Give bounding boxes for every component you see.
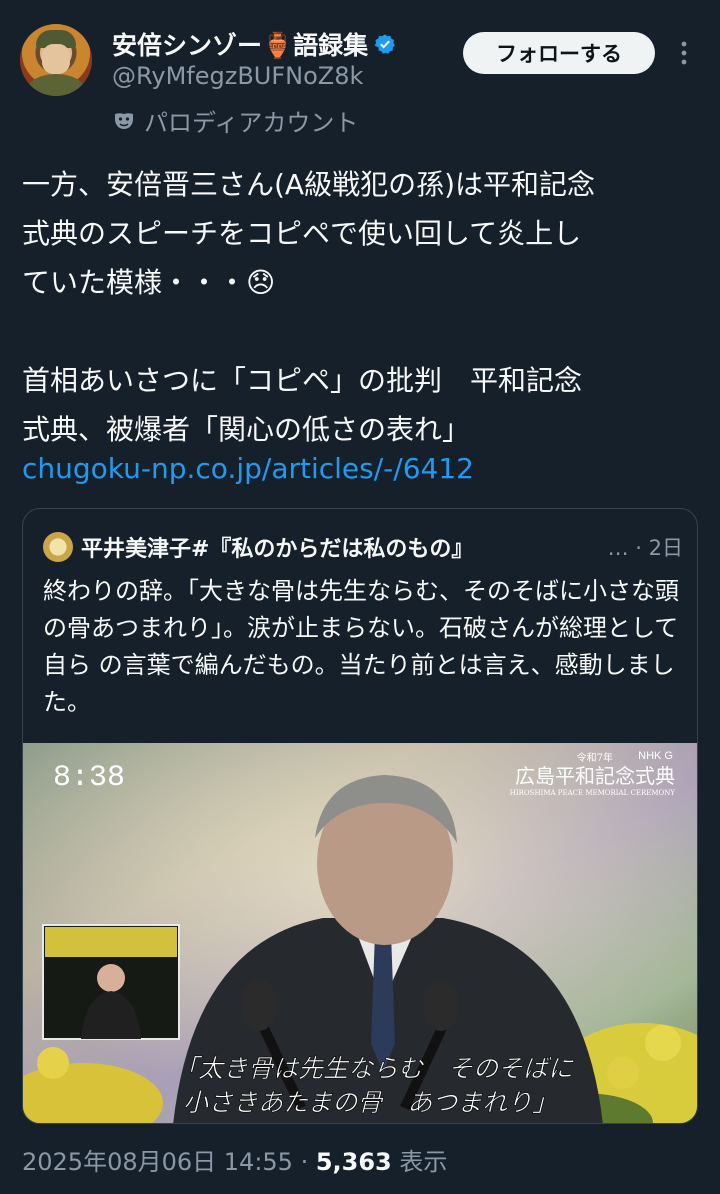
quoted-post[interactable]: 平井美津子#『私のからだは私のもの』 … · 2日 終わりの辞。「大きな骨は先生… bbox=[22, 508, 698, 1124]
ceremony-subtitle: HIROSHIMA PEACE MEMORIAL CEREMONY bbox=[510, 789, 676, 797]
mask-icon bbox=[115, 112, 133, 129]
era-label: 令和7年 bbox=[577, 751, 613, 764]
quoted-post-header: 平井美津子#『私のからだは私のもの』 … · 2日 bbox=[43, 531, 683, 563]
author-display-name[interactable]: 安倍シンゾー🏺語録集 bbox=[112, 26, 368, 62]
post-link[interactable]: chugoku-np.co.jp/articles/-/6412 bbox=[22, 452, 474, 485]
author-name-row[interactable]: 安倍シンゾー🏺語録集 bbox=[112, 26, 396, 62]
quoted-author-name[interactable]: 平井美津子#『私のからだは私のもの』 bbox=[81, 531, 473, 563]
footer-separator: · bbox=[292, 1148, 316, 1176]
author-avatar[interactable] bbox=[20, 24, 92, 96]
caption-line-2: 小さきあたまの骨 あつまれり」 bbox=[183, 1088, 557, 1117]
post-text: 一方、安倍晋三さん(A級戦犯の孫)は平和記念 式典のスピーチをコピペで使い回して… bbox=[22, 168, 596, 446]
verified-badge-icon bbox=[374, 34, 395, 54]
ceremony-title: 広島平和記念式典 bbox=[515, 764, 675, 788]
author-handle[interactable]: @RyMfegzBUFNoZ8k bbox=[112, 62, 363, 90]
quoted-post-text: 終わりの辞。「大きな骨は先生ならむ、そのそばに小さな頭の骨あつまれり」。涙が止ま… bbox=[43, 577, 679, 716]
caption-line-1: 「太き骨は先生ならむ そのそばに bbox=[173, 1054, 574, 1083]
quoted-author-avatar[interactable] bbox=[43, 532, 73, 562]
view-label: 表示 bbox=[391, 1148, 448, 1176]
video-clock: 8:38 bbox=[53, 761, 125, 795]
post-header: 安倍シンゾー🏺語録集 @RyMfegzBUFNoZ8k パロディアカウント フォ… bbox=[0, 0, 720, 150]
parody-label: パロディアカウント bbox=[112, 103, 358, 138]
more-options-icon[interactable] bbox=[674, 38, 694, 68]
follow-button[interactable]: フォローする bbox=[463, 32, 655, 74]
post-footer: 2025年08月06日 14:55 · 5,363 表示 bbox=[22, 1142, 447, 1177]
view-count: 5,363 bbox=[315, 1148, 392, 1176]
post-timestamp[interactable]: 2025年08月06日 14:55 bbox=[22, 1148, 293, 1176]
sign-language-inset bbox=[42, 924, 180, 1040]
quoted-post-video[interactable]: 8:38 NHK G 令和7年 広島平和記念式典 HIROSHIMA PEACE… bbox=[23, 743, 698, 1124]
quoted-post-meta: … · 2日 bbox=[607, 536, 683, 560]
broadcaster-logo: NHK G bbox=[638, 750, 673, 762]
parody-label-text: パロディアカウント bbox=[144, 109, 359, 137]
